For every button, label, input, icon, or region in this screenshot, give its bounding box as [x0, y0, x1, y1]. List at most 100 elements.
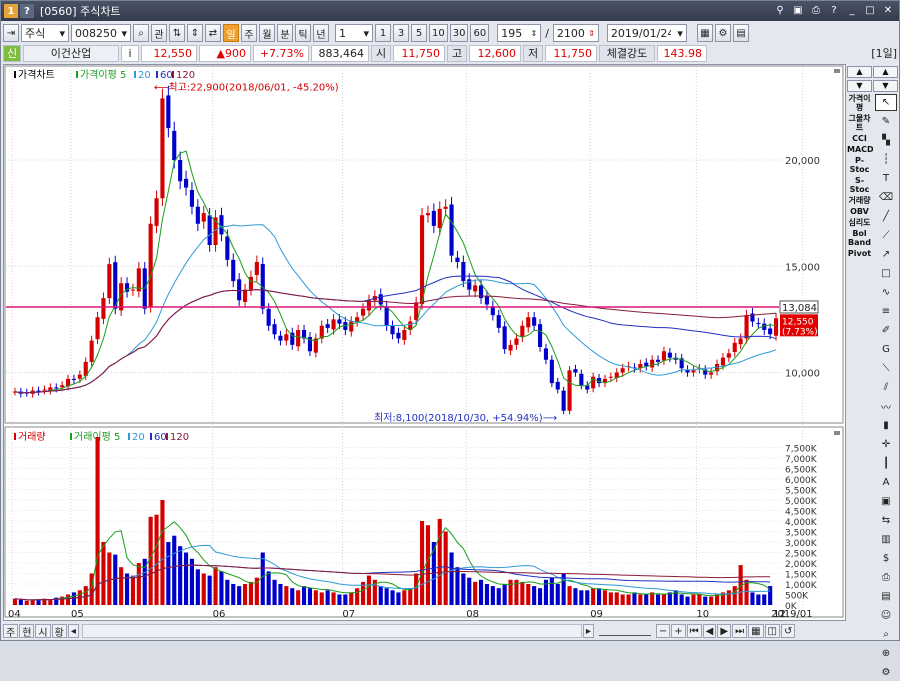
candle-icon[interactable]: ┃: [875, 455, 897, 472]
interval-select[interactable]: 1 ▾: [335, 24, 373, 42]
indicator-9[interactable]: Bol Band: [847, 229, 872, 247]
diag-line-icon[interactable]: ⟋: [875, 227, 897, 244]
swap-icon[interactable]: ⇄: [205, 24, 221, 42]
zoom-icon[interactable]: ⊕: [875, 645, 897, 662]
arrow-icon[interactable]: ↗: [875, 246, 897, 263]
text-icon[interactable]: T: [875, 170, 897, 187]
panel-scroll-up[interactable]: ▲: [847, 66, 872, 78]
indicator-4[interactable]: P-Stoc: [847, 156, 872, 174]
search-button[interactable]: ⌕: [133, 24, 149, 42]
bars-icon[interactable]: ▮: [875, 417, 897, 434]
info-button[interactable]: i: [121, 44, 139, 62]
view-icon[interactable]: ◫: [764, 624, 780, 638]
print-icon[interactable]: ⎙: [809, 3, 823, 17]
help-icon[interactable]: ?: [20, 4, 34, 18]
reset-icon[interactable]: ↺: [780, 624, 796, 638]
cursor-icon[interactable]: ↖: [875, 94, 897, 111]
chart-icon[interactable]: ▥: [875, 531, 897, 548]
code-input[interactable]: 008250 ▾: [71, 24, 131, 42]
zoom-slider[interactable]: [598, 626, 651, 636]
auto-icon[interactable]: A: [875, 474, 897, 491]
indicator-8[interactable]: 심리도: [847, 218, 872, 227]
gwan-button[interactable]: 관: [151, 24, 167, 42]
rect-icon[interactable]: □: [875, 265, 897, 282]
layout-icon[interactable]: ▤: [732, 24, 749, 42]
period-week[interactable]: 주: [241, 24, 257, 42]
print-icon[interactable]: ⎙: [875, 569, 897, 586]
channel-icon[interactable]: ⫽: [875, 379, 897, 396]
line-icon[interactable]: ╱: [875, 208, 897, 225]
tab-si[interactable]: 시: [35, 624, 51, 639]
step-3[interactable]: 3: [393, 24, 409, 42]
indicator-3[interactable]: MACD: [847, 145, 874, 154]
date-input[interactable]: 2019/01/24 ▾: [606, 24, 687, 42]
stock-icon[interactable]: $: [875, 550, 897, 567]
maximize-icon[interactable]: □: [863, 3, 877, 17]
period-year[interactable]: 년: [313, 24, 329, 42]
screen-icon[interactable]: ▦: [696, 24, 713, 42]
indicator-2[interactable]: CCI: [847, 134, 872, 143]
step-1[interactable]: 1: [375, 24, 391, 42]
indicator-1[interactable]: 그물차트: [847, 114, 872, 132]
close-icon[interactable]: ✕: [881, 3, 895, 17]
horizontal-scrollbar[interactable]: [81, 624, 582, 638]
calc-icon[interactable]: ▤: [875, 588, 897, 605]
panel-corner-icon[interactable]: [834, 431, 840, 435]
vline-icon[interactable]: ┆: [875, 151, 897, 168]
minimize-icon[interactable]: _: [845, 3, 859, 17]
stepper-icon[interactable]: ⇕: [187, 24, 203, 42]
question-icon[interactable]: ?: [827, 3, 841, 17]
g-icon[interactable]: G: [875, 341, 897, 358]
step-60[interactable]: 60: [470, 24, 490, 42]
indicator-7[interactable]: OBV: [847, 207, 872, 216]
window-icon[interactable]: ▣: [875, 493, 897, 510]
period-minute[interactable]: 분: [277, 24, 293, 42]
period-month[interactable]: 월: [259, 24, 275, 42]
cross-icon[interactable]: ✛: [875, 436, 897, 453]
zoom-in-icon[interactable]: +: [671, 624, 686, 638]
scroll-left-icon[interactable]: ◂: [67, 624, 79, 638]
rgb-icon[interactable]: ▚: [875, 132, 897, 149]
tools-scroll-up[interactable]: ▲: [873, 66, 898, 78]
tools-scroll-down[interactable]: ▼: [873, 80, 898, 92]
tab-hyeon[interactable]: 현: [19, 624, 35, 639]
pen-icon[interactable]: ✐: [875, 322, 897, 339]
panel-corner-icon[interactable]: [834, 69, 840, 73]
indicator-0[interactable]: 가격이평: [847, 94, 872, 112]
settings-icon[interactable]: ⚙: [875, 664, 897, 681]
save-icon[interactable]: ▣: [791, 3, 805, 17]
count-input[interactable]: 195 ⇕: [497, 24, 542, 42]
toggle-panel-icon[interactable]: ⇥: [3, 24, 19, 42]
fibo-icon[interactable]: ≡: [875, 303, 897, 320]
prev-icon[interactable]: ◀: [702, 624, 717, 638]
step-10[interactable]: 10: [429, 24, 448, 42]
eraser-icon[interactable]: ⌫: [875, 189, 897, 206]
zigzag-icon[interactable]: ∿: [875, 284, 897, 301]
trend-icon[interactable]: ⟍: [875, 360, 897, 377]
zoom-out-icon[interactable]: −: [655, 624, 671, 638]
panel-scroll-down[interactable]: ▼: [847, 80, 872, 92]
grid-icon[interactable]: ▦: [748, 624, 764, 638]
total-input[interactable]: 2100 ⇕: [552, 24, 599, 42]
period-day[interactable]: 일: [223, 24, 239, 42]
next-icon[interactable]: ▶: [717, 624, 732, 638]
pin-icon[interactable]: ⚲: [773, 3, 787, 17]
tab-ju[interactable]: 주: [3, 624, 19, 639]
indicator-10[interactable]: Pivot: [847, 249, 872, 258]
chart-area[interactable]: 20,000 15,000 10,000 7,500K 7,000K 6,500K 6,00…: [3, 64, 846, 621]
tab-hwang[interactable]: 황: [51, 624, 67, 639]
window-number-icon[interactable]: 1: [4, 4, 18, 18]
indicator-5[interactable]: S-Stoc: [847, 176, 872, 194]
chart-svg[interactable]: 20,00015,00010,0007,500K7,000K6,500K6,00…: [4, 65, 845, 620]
indicator-6[interactable]: 거래량: [847, 196, 872, 205]
market-select[interactable]: 주식 ▾: [21, 24, 69, 42]
last-icon[interactable]: ⏭: [732, 624, 748, 638]
scroll-right-icon[interactable]: ▸: [582, 624, 594, 638]
compare-icon[interactable]: ⇆: [875, 512, 897, 529]
step-5[interactable]: 5: [411, 24, 427, 42]
wave-icon[interactable]: 〰: [875, 398, 897, 415]
step-30[interactable]: 30: [449, 24, 469, 42]
period-tick[interactable]: 틱: [295, 24, 311, 42]
paint-icon[interactable]: ✎: [875, 113, 897, 130]
settings-icon[interactable]: ⚙: [714, 24, 731, 42]
